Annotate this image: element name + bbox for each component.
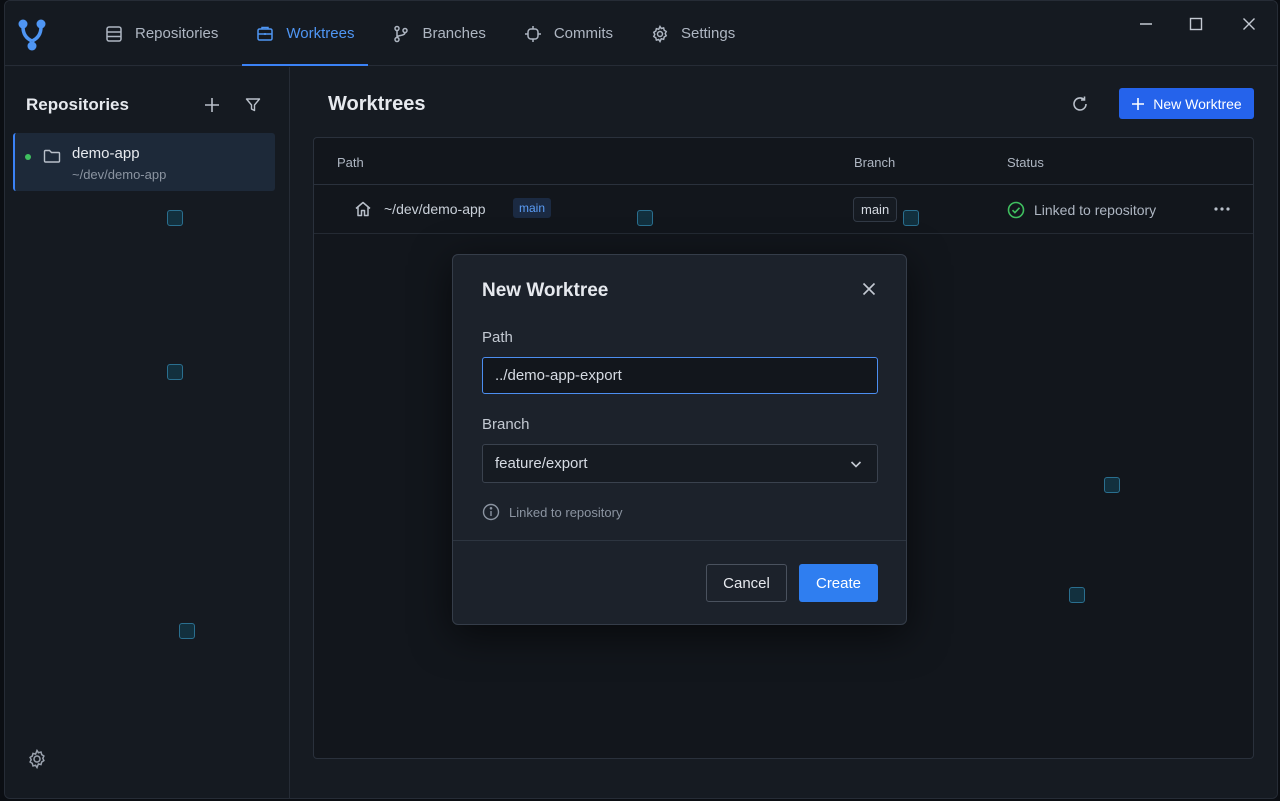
top-bar: Repositories Worktrees Branches Commits …: [5, 1, 1277, 66]
column-header-branch: Branch: [854, 155, 896, 170]
tab-worktrees[interactable]: Worktrees: [242, 1, 369, 66]
worktree-path: ~/dev/demo-app: [384, 201, 486, 217]
table-row[interactable]: ~/dev/demo-app main main Linked to repos…: [314, 185, 1253, 234]
new-worktree-button[interactable]: New Worktree: [1119, 88, 1254, 119]
close-window-button[interactable]: [1236, 13, 1262, 35]
close-icon: [1243, 18, 1255, 30]
path-label: Path: [482, 329, 513, 346]
column-header-path: Path: [337, 155, 364, 170]
check-circle-icon: [1007, 201, 1025, 219]
folder-icon: [43, 149, 61, 163]
tab-branches[interactable]: Branches: [378, 1, 499, 66]
watermark-glyph: [179, 623, 195, 639]
info-icon: [482, 503, 500, 521]
row-actions-button[interactable]: [1212, 200, 1232, 218]
watermark-glyph: [1069, 587, 1085, 603]
home-icon: [355, 201, 371, 217]
close-icon: [862, 282, 876, 296]
dialog-title: New Worktree: [482, 280, 609, 301]
column-header-status: Status: [1007, 155, 1044, 170]
sidebar-title: Repositories: [26, 95, 129, 114]
repo-name: demo-app: [72, 145, 140, 162]
minimize-icon: [1140, 23, 1152, 25]
watermark-glyph: [903, 210, 919, 226]
maximize-icon: [1189, 17, 1203, 31]
main-nav: Repositories Worktrees Branches Commits …: [91, 1, 759, 66]
branch-select[interactable]: feature/export: [482, 444, 878, 483]
git-branch-icon: [394, 25, 409, 42]
dialog-divider: [453, 540, 906, 541]
database-icon: [106, 25, 122, 42]
sidebar: Repositories demo-app ~/dev/demo-app: [5, 67, 290, 798]
dialog-close-button[interactable]: [859, 279, 879, 299]
tab-settings[interactable]: Settings: [637, 1, 749, 66]
tab-label: Commits: [553, 25, 613, 42]
sidebar-item-demo-app[interactable]: demo-app ~/dev/demo-app: [13, 133, 275, 191]
branch-badge: main: [853, 197, 898, 222]
add-repository-button[interactable]: [201, 94, 223, 116]
new-worktree-dialog: New Worktree Path Branch feature/export …: [452, 254, 907, 625]
create-button[interactable]: Create: [799, 564, 878, 602]
tab-commits[interactable]: Commits: [510, 1, 627, 66]
more-horizontal-icon: [1214, 207, 1230, 211]
tab-label: Worktrees: [286, 25, 355, 42]
watermark-glyph: [1104, 477, 1120, 493]
gear-icon: [652, 24, 668, 43]
settings-gear-icon[interactable]: [27, 749, 47, 769]
table-header: Path Branch Status: [314, 138, 1253, 185]
plus-icon: [1132, 97, 1145, 110]
app-logo-icon: [18, 19, 46, 51]
cancel-button[interactable]: Cancel: [706, 564, 787, 602]
refresh-button[interactable]: [1069, 93, 1091, 115]
minimize-button[interactable]: [1133, 13, 1159, 35]
main-worktree-badge: main: [513, 198, 552, 218]
chevron-down-icon: [850, 461, 862, 468]
path-input[interactable]: [482, 357, 878, 394]
page-title: Worktrees: [328, 93, 426, 115]
refresh-icon: [1073, 96, 1087, 111]
filter-icon: [245, 98, 261, 112]
tab-label: Branches: [422, 25, 486, 42]
repo-path: ~/dev/demo-app: [72, 167, 167, 182]
branch-select-value: feature/export: [495, 455, 588, 472]
filter-button[interactable]: [242, 94, 264, 116]
maximize-button[interactable]: [1183, 13, 1209, 35]
new-worktree-label: New Worktree: [1153, 95, 1242, 112]
tab-label: Settings: [681, 25, 736, 42]
repo-status-dot: [25, 154, 31, 160]
info-row: Linked to repository: [482, 503, 622, 521]
info-text: Linked to repository: [509, 504, 623, 520]
watermark-glyph: [167, 210, 183, 226]
worktree-icon: [257, 26, 274, 41]
tab-label: Repositories: [135, 25, 219, 42]
branch-label: Branch: [482, 416, 530, 433]
git-commit-icon: [524, 25, 541, 42]
plus-icon: [205, 98, 219, 112]
tab-repositories[interactable]: Repositories: [91, 1, 232, 66]
watermark-glyph: [167, 364, 183, 380]
watermark-glyph: [637, 210, 653, 226]
worktree-status: Linked to repository: [1034, 202, 1157, 218]
